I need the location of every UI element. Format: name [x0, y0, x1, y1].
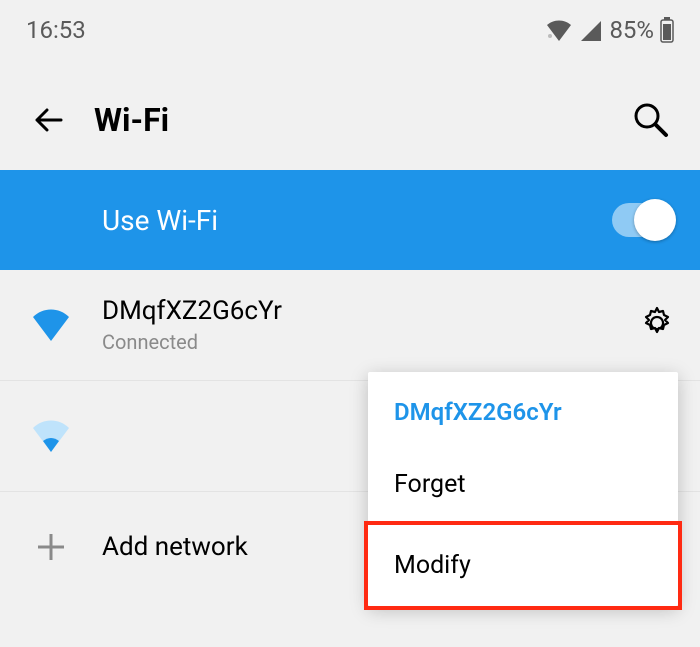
status-right: 85%: [545, 16, 674, 44]
network-name: DMqfXZ2G6cYr: [102, 296, 282, 326]
network-status: Connected: [102, 330, 282, 354]
network-item-connected[interactable]: DMqfXZ2G6cYr Connected: [0, 270, 700, 381]
popup-network-name: DMqfXZ2G6cYr: [368, 372, 678, 444]
cell-signal-icon: [579, 19, 603, 41]
add-network-label: Add network: [102, 532, 248, 562]
plus-icon: [34, 530, 68, 564]
battery-percent: 85%: [609, 16, 654, 44]
back-button[interactable]: [26, 97, 72, 143]
header: Wi-Fi: [0, 70, 700, 170]
wifi-full-icon: [31, 309, 71, 341]
wifi-status-icon: [545, 19, 573, 41]
wifi-switch[interactable]: [612, 203, 674, 237]
network-context-menu: DMqfXZ2G6cYr Forget Modify: [368, 372, 678, 606]
gear-icon: [640, 306, 674, 340]
popup-item-modify[interactable]: Modify: [364, 521, 682, 610]
status-bar: 16:53 85%: [0, 0, 700, 60]
popup-item-forget[interactable]: Forget: [368, 444, 678, 525]
switch-knob: [634, 199, 676, 241]
wifi-weak-icon: [31, 420, 71, 452]
battery-icon: [660, 17, 674, 43]
status-time: 16:53: [26, 16, 86, 44]
use-wifi-label: Use Wi-Fi: [102, 204, 218, 237]
use-wifi-toggle-row[interactable]: Use Wi-Fi: [0, 170, 700, 270]
search-button[interactable]: [628, 97, 674, 143]
page-title: Wi-Fi: [94, 101, 169, 139]
network-settings-button[interactable]: [640, 306, 674, 344]
arrow-left-icon: [31, 102, 67, 138]
search-icon: [632, 101, 670, 139]
